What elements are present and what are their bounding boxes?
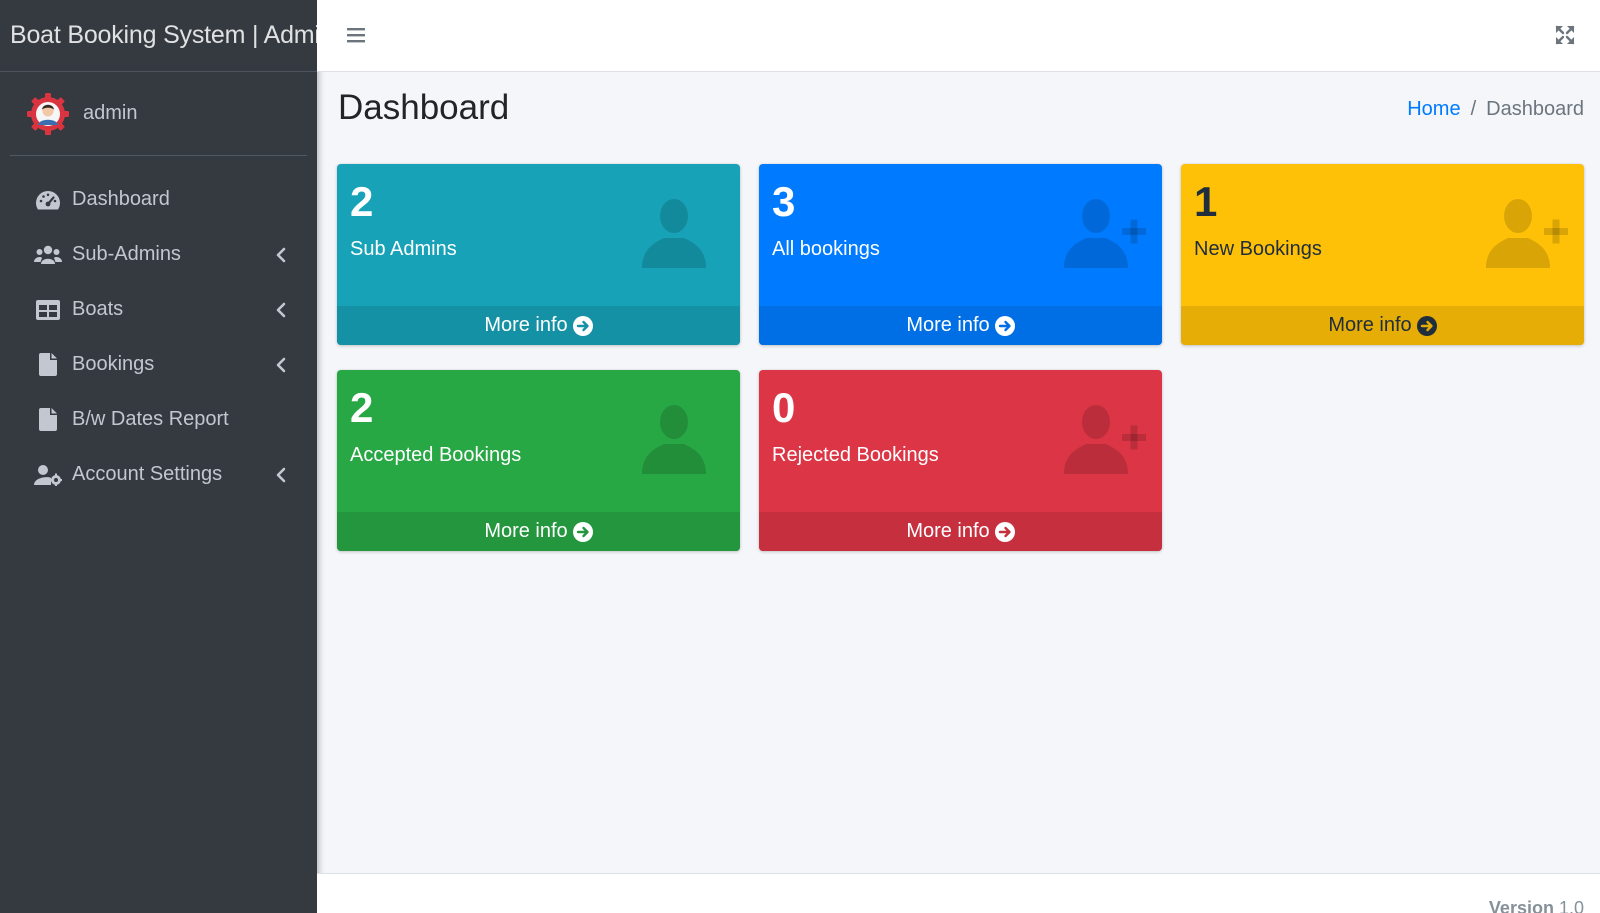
user-panel: admin (10, 72, 307, 156)
user-cog-icon (34, 463, 62, 487)
sidebar-item-label: Boats (72, 298, 124, 320)
table-icon (34, 298, 62, 322)
sidebar-item-label: Sub-Admins (72, 243, 181, 265)
version-info: Version 1.0 (1489, 898, 1584, 913)
brand-link[interactable]: Boat Booking System | Admin (0, 0, 334, 72)
user-name[interactable]: admin (83, 102, 137, 125)
stat-box-sub-admins: 2 Sub Admins More info (337, 164, 740, 345)
more-info-label: More info (1328, 314, 1412, 336)
brand-text: Boat Booking System | Admin (10, 21, 334, 49)
more-info-label: More info (906, 520, 990, 542)
more-info-label: More info (484, 314, 568, 336)
chevron-left-icon (276, 357, 286, 372)
stat-box-all-bookings: 3 All bookings More info (759, 164, 1162, 345)
more-info-link[interactable]: More info (337, 306, 740, 345)
tachometer-icon (34, 188, 62, 212)
user-plus-icon (1486, 199, 1568, 268)
sidebar-item-label: Dashboard (72, 188, 170, 210)
breadcrumb: Home / Dashboard (1407, 98, 1584, 121)
breadcrumb-home-link[interactable]: Home (1407, 98, 1460, 121)
user-icon (642, 405, 706, 474)
arrow-circle-right-icon (572, 315, 593, 336)
user-plus-icon (1064, 199, 1146, 268)
chevron-left-icon (276, 302, 286, 317)
main-sidebar: Boat Booking System | Admin admin Dashbo… (0, 0, 334, 913)
sidebar-item-dashboard[interactable]: Dashboard (0, 172, 317, 227)
more-info-label: More info (906, 314, 990, 336)
users-icon (34, 243, 62, 267)
sidebar-item-label: Bookings (72, 353, 155, 375)
arrow-circle-right-icon (994, 521, 1015, 542)
sidebar-nav: Dashboard Sub-Admins Boats Bookings B/w … (0, 172, 317, 502)
more-info-link[interactable]: More info (759, 512, 1162, 551)
hamburger-menu-icon[interactable] (345, 24, 367, 46)
arrow-circle-right-icon (1416, 315, 1437, 336)
page-title: Dashboard (338, 88, 510, 127)
stat-box-new-bookings: 1 New Bookings More info (1181, 164, 1584, 345)
admin-avatar-icon (27, 92, 69, 135)
more-info-link[interactable]: More info (337, 512, 740, 551)
sidebar-item-account-settings[interactable]: Account Settings (0, 447, 317, 502)
sidebar-item-label: B/w Dates Report (72, 408, 229, 430)
fullscreen-expand-icon[interactable] (1554, 24, 1576, 46)
chevron-left-icon (276, 247, 286, 262)
more-info-link[interactable]: More info (759, 306, 1162, 345)
arrow-circle-right-icon (994, 315, 1015, 336)
breadcrumb-current: Dashboard (1486, 98, 1584, 120)
chevron-left-icon (276, 467, 286, 482)
arrow-circle-right-icon (572, 521, 593, 542)
main-footer: Version 1.0 (317, 873, 1600, 913)
more-info-label: More info (484, 520, 568, 542)
sidebar-item-bw-dates-report[interactable]: B/w Dates Report (0, 392, 317, 447)
stat-box-accepted-bookings: 2 Accepted Bookings More info (337, 370, 740, 551)
version-number: 1.0 (1558, 898, 1584, 913)
file-icon (34, 353, 62, 377)
sidebar-item-bookings[interactable]: Bookings (0, 337, 317, 392)
sidebar-item-boats[interactable]: Boats (0, 282, 317, 337)
stat-box-rejected-bookings: 0 Rejected Bookings More info (759, 370, 1162, 551)
breadcrumb-separator: / (1470, 98, 1477, 120)
user-icon (642, 199, 706, 268)
user-plus-icon (1064, 405, 1146, 474)
version-label: Version (1488, 898, 1554, 913)
top-navbar (317, 0, 1600, 72)
file-icon (34, 408, 62, 432)
sidebar-item-sub-admins[interactable]: Sub-Admins (0, 227, 317, 282)
sidebar-item-label: Account Settings (72, 463, 223, 485)
more-info-link[interactable]: More info (1181, 306, 1584, 345)
